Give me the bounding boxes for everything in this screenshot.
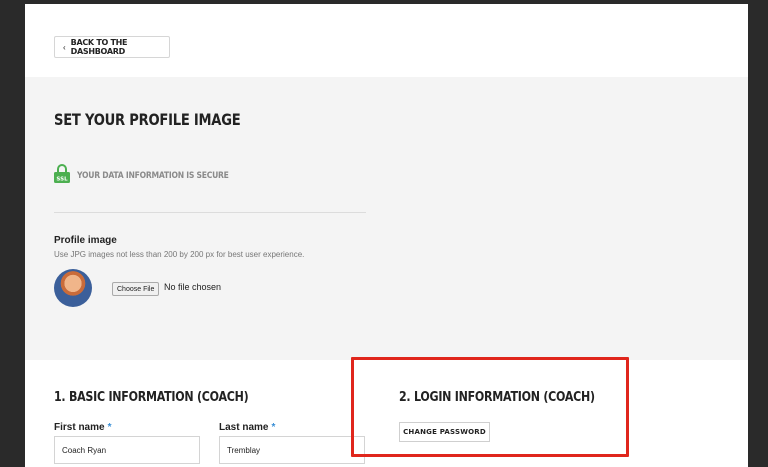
first-name-label-text: First name [54,422,105,433]
last-name-label: Last name * [219,422,275,433]
profile-image-label: Profile image [54,235,117,246]
login-info-title: 2. LOGIN INFORMATION (COACH) [399,390,595,405]
ssl-badge-text: SSL [56,177,68,183]
avatar [54,269,92,307]
basic-info-title: 1. BASIC INFORMATION (COACH) [54,390,249,405]
last-name-label-text: Last name [219,422,269,433]
choose-file-button[interactable]: Choose File [112,282,160,296]
ssl-lock-icon: SSL [54,164,70,183]
divider [54,212,366,213]
chevron-left-icon: ‹ [63,42,66,52]
required-mark: * [107,422,112,433]
page: ‹ BACK TO THE DASHBOARD SET YOUR PROFILE… [25,4,748,467]
profile-image-hint: Use JPG images not less than 200 by 200 … [54,250,305,259]
back-button-label: BACK TO THE DASHBOARD [70,38,128,56]
secure-notice: YOUR DATA INFORMATION IS SECURE [77,171,229,181]
profile-section-title: SET YOUR PROFILE IMAGE [54,110,241,129]
first-name-field[interactable] [54,436,200,464]
required-mark: * [271,422,276,433]
highlight-annotation-box [351,357,629,457]
first-name-label: First name * [54,422,111,433]
back-to-dashboard-button[interactable]: ‹ BACK TO THE DASHBOARD [54,36,170,58]
no-file-chosen-text: No file chosen [164,282,222,292]
change-password-button[interactable]: CHANGE PASSWORD [399,422,490,442]
last-name-field[interactable] [219,436,365,464]
